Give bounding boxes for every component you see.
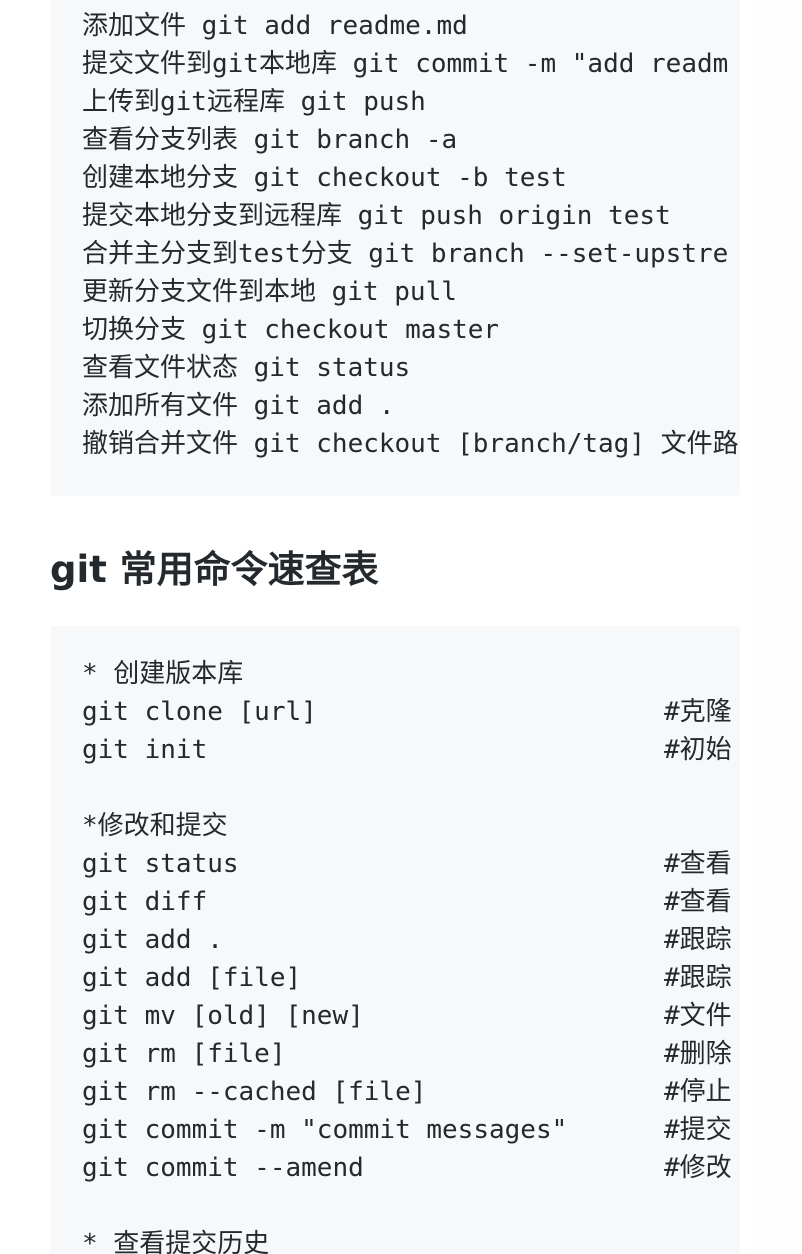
code-block-cheatsheet: * 创建版本库 git clone [url] #克隆 git init #初始 *修改和… — [50, 626, 740, 1254]
code-line: git diff #查看 — [82, 883, 732, 921]
code-line: git clone [url] #克隆 — [82, 693, 732, 731]
code-lines: * 创建版本库 git clone [url] #克隆 git init #初始 *修改和… — [82, 655, 732, 1254]
code-line: git rm [file] #删除 — [82, 1035, 732, 1073]
code-line: 查看分支列表 git branch -a — [82, 125, 458, 155]
code-line: git commit -m "commit messages" #提交 — [82, 1111, 732, 1149]
code-line: *修改和提交 — [82, 807, 732, 845]
code-line: * 查看提交历史 — [82, 1225, 732, 1254]
code-line: git init #初始 — [82, 731, 732, 769]
command-comment: #修改 — [664, 1153, 732, 1183]
code-line: 查看文件状态 git status — [82, 353, 411, 383]
code-line: 撤销合并文件 git checkout [branch/tag] 文件路 — [82, 429, 739, 459]
command-comment: #克隆 — [664, 697, 732, 727]
command-comment: #文件 — [664, 1001, 732, 1031]
command-text: git status — [82, 849, 239, 879]
command-text: git init — [82, 735, 208, 765]
command-text: git rm --cached [file] — [82, 1077, 427, 1107]
command-text: * 创建版本库 — [82, 659, 244, 689]
command-text: *修改和提交 — [82, 811, 228, 841]
command-text: git rm [file] — [82, 1039, 286, 1069]
code-line: 切换分支 git checkout master — [82, 315, 500, 345]
code-line: 创建本地分支 git checkout -b test — [82, 163, 567, 193]
command-text: git diff — [82, 887, 208, 917]
command-comment: #跟踪 — [664, 963, 732, 993]
right-margin — [740, 0, 802, 1254]
code-line: 更新分支文件到本地 git pull — [82, 277, 457, 307]
code-line: 上传到git远程库 git push — [82, 87, 426, 117]
command-comment: #跟踪 — [664, 925, 732, 955]
code-line: git add [file] #跟踪 — [82, 959, 732, 997]
code-line: git mv [old] [new] #文件 — [82, 997, 732, 1035]
code-line: * 创建版本库 — [82, 655, 732, 693]
code-line: git add . #跟踪 — [82, 921, 732, 959]
article-page: 添加文件 git add readme.md 提交文件到git本地库 git co… — [0, 0, 802, 1254]
code-line: git status #查看 — [82, 845, 732, 883]
code-line: 添加所有文件 git add . — [82, 391, 395, 421]
code-line: 提交本地分支到远程库 git push origin test — [82, 201, 671, 231]
command-text: * 查看提交历史 — [82, 1229, 270, 1254]
code-lines: 添加文件 git add readme.md 提交文件到git本地库 git co… — [82, 7, 739, 463]
command-comment: #查看 — [664, 887, 732, 917]
code-line: 提交文件到git本地库 git commit -m "add readm — [82, 49, 729, 79]
command-text: git add . — [82, 925, 223, 955]
command-comment: #查看 — [664, 849, 732, 879]
command-text: git mv [old] [new] — [82, 1001, 364, 1031]
command-comment: #停止 — [664, 1077, 732, 1107]
code-block-git-basics: 添加文件 git add readme.md 提交文件到git本地库 git co… — [50, 0, 740, 496]
section-heading: git 常用命令速查表 — [50, 548, 379, 591]
command-comment: #删除 — [664, 1039, 732, 1069]
code-line: 添加文件 git add readme.md — [82, 11, 468, 41]
command-comment: #初始 — [664, 735, 732, 765]
command-text: git clone [url] — [82, 697, 317, 727]
code-line: git rm --cached [file] #停止 — [82, 1073, 732, 1111]
code-line: 合并主分支到test分支 git branch --set-upstre — [82, 239, 729, 269]
command-text: git commit --amend — [82, 1153, 364, 1183]
command-text: git add [file] — [82, 963, 302, 993]
command-text: git commit -m "commit messages" — [82, 1115, 568, 1145]
code-line: git commit --amend #修改 — [82, 1149, 732, 1187]
command-comment: #提交 — [664, 1115, 732, 1145]
